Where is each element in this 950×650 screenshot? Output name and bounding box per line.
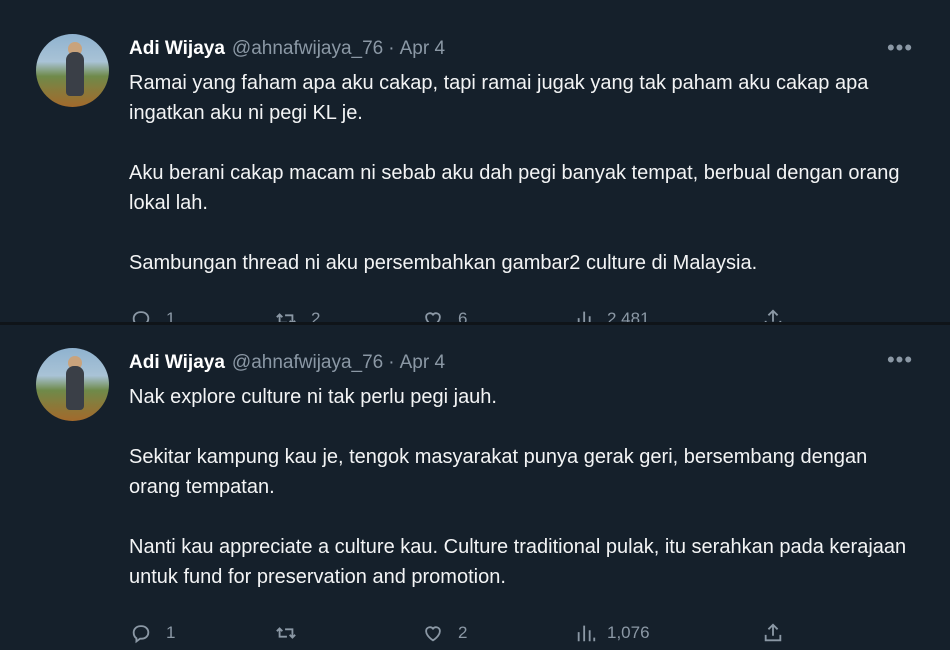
more-options-icon[interactable]: ••• bbox=[886, 349, 914, 374]
views-chart-icon bbox=[577, 311, 591, 322]
views-button[interactable]: 2,481 bbox=[575, 308, 650, 325]
author-handle[interactable]: @ahnafwijaya_76 bbox=[232, 38, 383, 60]
tweet[interactable]: Adi Wijaya @ahnafwijaya_76 · Apr 4 ••• R… bbox=[0, 0, 950, 325]
share-button[interactable] bbox=[762, 308, 798, 322]
retweet-icon bbox=[276, 313, 296, 322]
author-handle[interactable]: @ahnafwijaya_76 bbox=[232, 352, 383, 374]
tweet-header: Adi Wijaya @ahnafwijaya_76 · Apr 4 bbox=[129, 350, 445, 376]
tweet-paragraph: Ramai yang faham apa aku cakap, tapi ram… bbox=[129, 72, 869, 124]
share-icon bbox=[764, 309, 782, 322]
like-button[interactable]: 2 bbox=[422, 622, 467, 644]
reply-icon bbox=[132, 625, 150, 644]
avatar-figure bbox=[66, 52, 84, 96]
views-button[interactable]: 1,076 bbox=[575, 622, 650, 644]
author-name[interactable]: Adi Wijaya bbox=[129, 38, 225, 60]
tweet-text: Ramai yang faham apa aku cakap, tapi ram… bbox=[129, 68, 919, 278]
like-count: 2 bbox=[458, 623, 468, 642]
tweet-paragraph: Aku berani cakap macam ni sebab aku dah … bbox=[129, 162, 900, 214]
reply-button[interactable]: 1 bbox=[130, 308, 176, 325]
retweet-button[interactable] bbox=[275, 622, 311, 644]
view-count: 1,076 bbox=[607, 623, 650, 642]
tweet-date[interactable]: Apr 4 bbox=[400, 38, 445, 60]
tweet-paragraph: Nanti kau appreciate a culture kau. Cult… bbox=[129, 536, 907, 588]
like-button[interactable]: 6 bbox=[422, 308, 468, 325]
tweet-text: Nak explore culture ni tak perlu pegi ja… bbox=[129, 382, 919, 592]
avatar-figure bbox=[66, 366, 84, 410]
tweet-date[interactable]: Apr 4 bbox=[400, 352, 445, 374]
more-options-icon[interactable]: ••• bbox=[886, 37, 914, 62]
retweet-count: 2 bbox=[311, 309, 321, 325]
like-count: 6 bbox=[458, 309, 468, 325]
tweet[interactable]: Adi Wijaya @ahnafwijaya_76 · Apr 4 ••• N… bbox=[0, 330, 950, 650]
avatar[interactable] bbox=[36, 348, 109, 421]
reply-button[interactable]: 1 bbox=[130, 622, 175, 644]
heart-icon bbox=[425, 312, 441, 322]
reply-icon bbox=[132, 311, 150, 322]
share-button[interactable] bbox=[762, 622, 798, 644]
tweet-paragraph: Sekitar kampung kau je, tengok masyaraka… bbox=[129, 446, 868, 498]
tweet-paragraph: Nak explore culture ni tak perlu pegi ja… bbox=[129, 386, 497, 408]
heart-icon bbox=[425, 626, 441, 642]
retweet-button[interactable]: 2 bbox=[275, 308, 321, 325]
retweet-icon bbox=[276, 627, 296, 639]
reply-count: 1 bbox=[166, 309, 176, 325]
reply-count: 1 bbox=[166, 623, 176, 642]
tweet-paragraph: Sambungan thread ni aku persembahkan gam… bbox=[129, 252, 758, 274]
tweet-header: Adi Wijaya @ahnafwijaya_76 · Apr 4 bbox=[129, 36, 445, 62]
header-separator: · bbox=[388, 38, 395, 59]
avatar[interactable] bbox=[36, 34, 109, 107]
author-name[interactable]: Adi Wijaya bbox=[129, 352, 225, 374]
header-separator: · bbox=[388, 352, 395, 373]
view-count: 2,481 bbox=[607, 309, 650, 325]
share-icon bbox=[764, 623, 782, 642]
views-chart-icon bbox=[577, 625, 596, 642]
